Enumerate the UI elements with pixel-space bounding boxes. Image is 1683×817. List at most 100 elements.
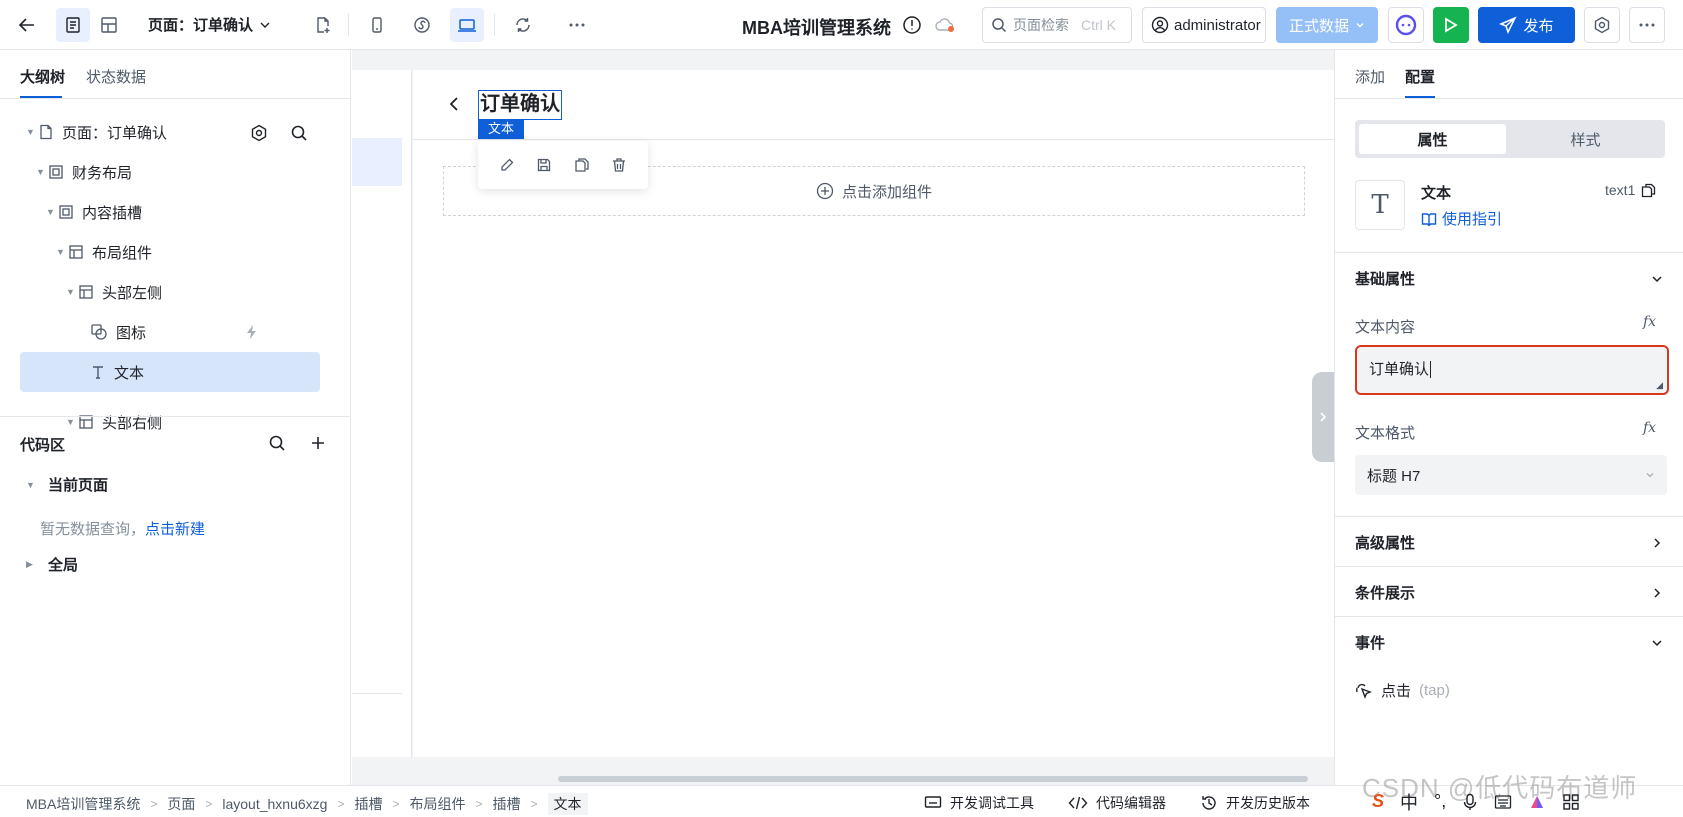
collapse-panel-handle[interactable]	[1312, 372, 1334, 462]
top-toolbar: 页面：订单确认 MBA培训管理系统 页面检索 Ctrl K administra…	[0, 0, 1683, 50]
tree-search-icon[interactable]	[290, 124, 308, 142]
more-icon[interactable]	[560, 8, 594, 42]
text-format-select[interactable]: 标题 H7	[1355, 455, 1667, 495]
miniprogram-preview-icon[interactable]	[405, 8, 439, 42]
tab-config[interactable]: 配置	[1405, 66, 1435, 87]
caret-down-icon[interactable]: ▼	[46, 207, 58, 217]
refresh-icon[interactable]	[506, 8, 540, 42]
create-query-link[interactable]: 点击新建	[145, 521, 205, 538]
tab-outline[interactable]: 大纲树	[20, 66, 65, 87]
new-page-icon[interactable]	[306, 8, 340, 42]
lightning-icon[interactable]	[244, 324, 260, 340]
tree-item-page[interactable]: ▼ 页面：订单确认	[20, 112, 320, 152]
dev-debug-tool-button[interactable]: 开发调试工具	[924, 793, 1034, 813]
chevron-down-icon[interactable]	[1651, 273, 1663, 285]
tree-item-content-slot[interactable]: ▼ 内容插槽	[20, 192, 320, 232]
chevron-right-icon[interactable]	[1651, 587, 1663, 599]
tree-item-header-left[interactable]: ▼ 头部左侧	[20, 272, 320, 312]
tree-item-header-right[interactable]: ▼ 头部右侧	[20, 402, 320, 434]
tab-add[interactable]: 添加	[1355, 66, 1385, 87]
layout-view-icon[interactable]	[92, 8, 126, 42]
env-select-button[interactable]: 正式数据	[1276, 7, 1378, 43]
global-group[interactable]: ▶ 全局	[26, 554, 78, 575]
chevron-right-icon: >	[150, 797, 158, 811]
resize-handle-icon[interactable]: ◢	[1656, 380, 1663, 391]
caret-down-icon[interactable]: ▼	[26, 127, 38, 137]
history-icon	[1202, 796, 1216, 810]
tab-state-data[interactable]: 状态数据	[86, 66, 146, 87]
ime-toolbar: S 中 °,	[1372, 786, 1683, 817]
cloud-sync-icon[interactable]	[934, 16, 956, 34]
caret-down-icon[interactable]: ▼	[66, 287, 78, 297]
chevron-down-icon[interactable]	[1651, 637, 1663, 649]
breadcrumb-current[interactable]: 文本	[547, 793, 588, 815]
page-selector[interactable]: 页面：订单确认	[148, 14, 271, 35]
text-content-input[interactable]: 订单确认 ◢	[1355, 345, 1669, 395]
selected-text-component[interactable]: 订单确认	[478, 90, 562, 120]
tree-item-text[interactable]: 文本	[20, 352, 320, 392]
chevron-right-icon[interactable]	[1651, 537, 1663, 549]
condition-display-section[interactable]: 条件展示	[1355, 582, 1415, 603]
ai-assistant-button[interactable]	[1388, 7, 1424, 43]
advanced-props-section[interactable]: 高级属性	[1355, 532, 1415, 553]
edit-pencil-icon[interactable]	[499, 157, 515, 173]
ime-language[interactable]: 中	[1400, 789, 1418, 815]
page-settings-icon[interactable]	[250, 124, 268, 142]
breadcrumb-item[interactable]: 布局组件	[409, 794, 465, 814]
desktop-preview-icon[interactable]	[450, 8, 484, 42]
page-search-input[interactable]: 页面检索 Ctrl K	[982, 7, 1132, 43]
add-query-icon[interactable]	[310, 435, 326, 451]
punctuation-icon[interactable]: °,	[1434, 791, 1446, 812]
click-pointer-icon	[1356, 683, 1372, 699]
book-icon	[1421, 212, 1437, 226]
breadcrumb-item[interactable]: 插槽	[493, 794, 521, 814]
run-preview-button[interactable]	[1433, 7, 1469, 43]
fx-expression-icon[interactable]: fx	[1643, 314, 1656, 330]
code-search-icon[interactable]	[268, 434, 286, 452]
breadcrumb-item[interactable]: layout_hxnu6xzg	[222, 796, 327, 812]
page-view-icon[interactable]	[56, 8, 90, 42]
back-arrow-icon[interactable]	[10, 8, 44, 42]
tool-label: 开发历史版本	[1226, 795, 1310, 811]
save-icon[interactable]	[536, 157, 552, 173]
tree-item-layout-component[interactable]: ▼ 布局组件	[20, 232, 320, 272]
horizontal-scrollbar[interactable]	[558, 776, 1308, 782]
history-version-button[interactable]: 开发历史版本	[1200, 793, 1310, 813]
segment-props[interactable]: 属性	[1359, 124, 1506, 154]
basic-props-section[interactable]: 基础属性	[1355, 268, 1415, 289]
segment-style[interactable]: 样式	[1510, 124, 1661, 154]
copy-icon[interactable]	[1641, 183, 1656, 198]
breadcrumb-item[interactable]: 页面	[167, 794, 195, 814]
info-icon[interactable]	[902, 15, 922, 35]
publish-button[interactable]: 发布	[1478, 7, 1575, 43]
more-menu-button[interactable]	[1629, 7, 1665, 43]
mobile-preview-icon[interactable]	[360, 8, 394, 42]
tool-label: 代码编辑器	[1096, 795, 1166, 811]
current-page-group[interactable]: ▼ 当前页面	[26, 474, 108, 495]
keyboard-icon[interactable]	[1494, 794, 1512, 810]
settings-button[interactable]	[1584, 7, 1620, 43]
tree-item-icon[interactable]: 图标	[20, 312, 320, 352]
delete-icon[interactable]	[611, 157, 627, 173]
microphone-icon[interactable]	[1462, 793, 1478, 811]
skin-icon[interactable]	[1528, 793, 1546, 811]
user-menu[interactable]: administrator	[1142, 7, 1266, 43]
sogou-logo-icon[interactable]: S	[1372, 791, 1384, 812]
events-section[interactable]: 事件	[1355, 632, 1385, 653]
caret-down-icon[interactable]: ▼	[36, 167, 48, 177]
breadcrumb-item[interactable]: MBA培训管理系统	[26, 794, 140, 814]
code-editor-button[interactable]: 代码编辑器	[1068, 793, 1166, 813]
tree-item-finance-layout[interactable]: ▼ 财务布局	[20, 152, 320, 192]
back-chevron-icon[interactable]	[448, 96, 460, 112]
canvas-sidebar-item[interactable]	[352, 138, 402, 186]
caret-down-icon[interactable]: ▼	[56, 247, 68, 257]
usage-guide-link[interactable]: 使用指引	[1421, 208, 1502, 229]
event-tap-item[interactable]: 点击 (tap)	[1355, 680, 1450, 701]
toolbox-grid-icon[interactable]	[1562, 793, 1580, 811]
breadcrumb-item[interactable]: 插槽	[354, 794, 382, 814]
copy-icon[interactable]	[574, 157, 590, 173]
caret-down-icon[interactable]: ▼	[66, 417, 78, 427]
user-icon	[1151, 16, 1169, 34]
fx-expression-icon[interactable]: fx	[1643, 420, 1656, 436]
component-floating-toolbar	[478, 141, 648, 189]
